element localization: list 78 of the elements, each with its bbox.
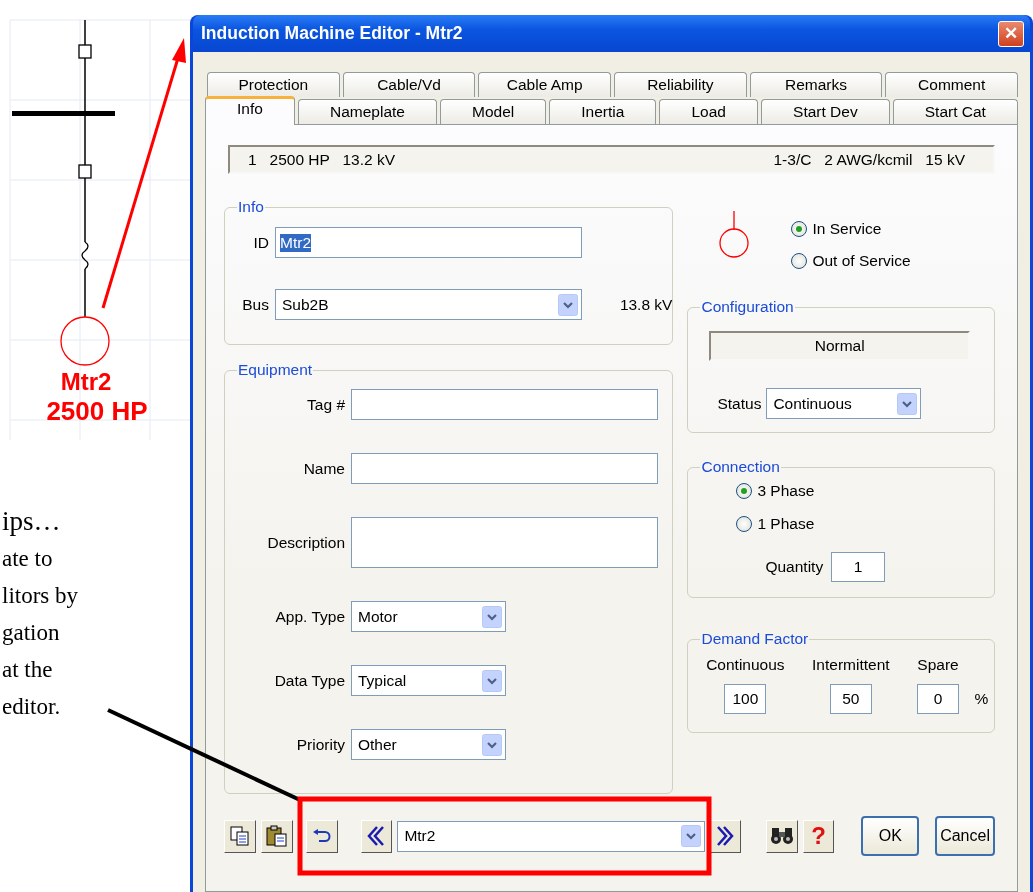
- field-label: Status: [717, 394, 762, 413]
- radio-button[interactable]: In Service: [791, 220, 911, 238]
- undo-icon: [311, 828, 332, 844]
- dropdown[interactable]: Other: [351, 729, 506, 760]
- tab[interactable]: Inertia: [549, 99, 657, 124]
- group-title: Configuration: [700, 298, 795, 316]
- field-label: Tag #: [306, 395, 345, 414]
- ok-button[interactable]: OK: [861, 816, 920, 856]
- column-label: Spare: [917, 656, 959, 674]
- tip-text: ate to: [2, 546, 53, 571]
- previous-button[interactable]: [360, 819, 393, 853]
- text-area[interactable]: [351, 517, 658, 568]
- quantity-field[interactable]: 1: [831, 552, 886, 582]
- group-title: Info: [237, 198, 265, 216]
- binoculars-icon: [769, 826, 794, 846]
- tab[interactable]: Load: [659, 99, 758, 124]
- undo-button[interactable]: [305, 819, 338, 853]
- group-title: Connection: [700, 458, 781, 476]
- tab[interactable]: Reliability: [614, 72, 747, 97]
- field-label: ID: [252, 233, 269, 252]
- radio-button[interactable]: Out of Service: [791, 252, 911, 270]
- tab[interactable]: Start Dev: [761, 99, 890, 124]
- tip-text: ips…: [2, 506, 61, 536]
- tab[interactable]: Nameplate: [297, 99, 437, 124]
- tab[interactable]: Model: [440, 99, 547, 124]
- group-title: Demand Factor: [700, 630, 810, 648]
- status-dropdown[interactable]: Continuous: [766, 388, 922, 419]
- field-label: Bus: [241, 295, 269, 314]
- configuration-display: Normal: [709, 331, 970, 361]
- group-title: Equipment: [237, 361, 314, 379]
- double-chevron-right-icon: [714, 825, 735, 847]
- field-label: Description: [266, 533, 345, 552]
- radio-button[interactable]: 1 Phase: [736, 515, 994, 533]
- number-field[interactable]: 50: [829, 684, 872, 714]
- tip-text: editor.: [2, 694, 61, 719]
- copy-icon: [229, 826, 250, 846]
- tab[interactable]: Comment: [885, 72, 1019, 97]
- column-label: Continuous: [706, 656, 785, 674]
- cancel-button[interactable]: Cancel: [935, 816, 995, 856]
- motor-rating: 2500 HP: [46, 396, 148, 426]
- element-dropdown[interactable]: Mtr2: [397, 820, 705, 852]
- paste-button[interactable]: [260, 819, 293, 853]
- double-chevron-left-icon: [366, 825, 387, 847]
- bus-dropdown[interactable]: Sub2B: [275, 289, 582, 320]
- tab[interactable]: Info: [205, 96, 295, 125]
- tab[interactable]: Start Cat: [892, 99, 1018, 124]
- number-field[interactable]: 0: [917, 684, 959, 714]
- clipboard-icon: [265, 825, 288, 847]
- dropdown[interactable]: Motor: [351, 601, 506, 632]
- tip-text: at the: [2, 657, 53, 682]
- tab[interactable]: Remarks: [749, 72, 883, 97]
- motor-symbol-icon: [717, 210, 752, 260]
- dropdown[interactable]: Typical: [351, 665, 506, 696]
- tip-text: gation: [2, 620, 60, 645]
- find-button[interactable]: [765, 819, 798, 853]
- unit-label: %: [974, 690, 989, 708]
- motor-label: Mtr2: [60, 368, 112, 395]
- help-button[interactable]: ?: [802, 819, 835, 853]
- field-label: Priority: [295, 735, 345, 754]
- column-label: Intermittent: [812, 656, 890, 674]
- field-label: Data Type: [273, 671, 345, 690]
- field-label: Quantity: [765, 558, 824, 576]
- id-field[interactable]: Mtr2: [275, 227, 582, 258]
- window-title: Induction Machine Editor - Mtr2: [201, 23, 463, 44]
- tip-text: litors by: [2, 583, 79, 608]
- field-label: Name: [302, 459, 345, 478]
- motor-summary: 1 2500 HP 13.2 kV: [248, 150, 396, 169]
- number-field[interactable]: 100: [724, 684, 767, 714]
- cable-summary: 1-3/C 2 AWG/kcmil 15 kV: [773, 150, 965, 169]
- radio-button[interactable]: 3 Phase: [736, 482, 994, 500]
- bus-voltage: 13.8 kV: [618, 295, 673, 314]
- text-field[interactable]: [351, 389, 658, 420]
- copy-button[interactable]: [224, 819, 256, 853]
- text-field[interactable]: [351, 453, 658, 484]
- tab[interactable]: Cable/Vd: [342, 72, 476, 97]
- field-label: App. Type: [274, 607, 345, 626]
- tab[interactable]: Protection: [207, 72, 340, 97]
- tab[interactable]: Cable Amp: [478, 72, 611, 97]
